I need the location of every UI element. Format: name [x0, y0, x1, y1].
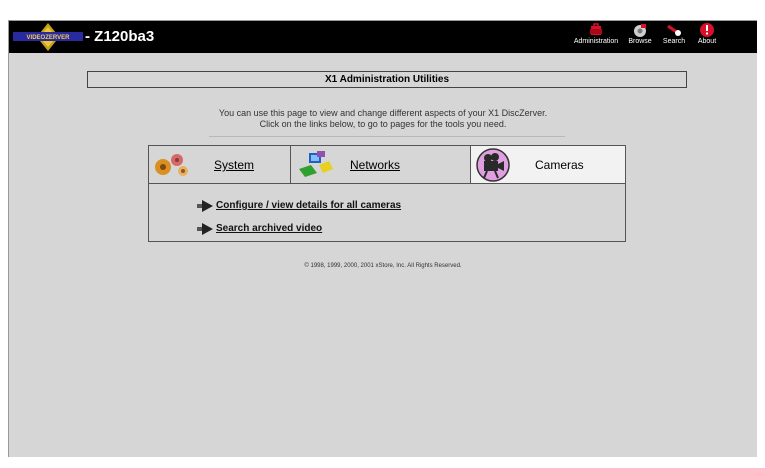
- gears-icon: [155, 154, 188, 176]
- copyright: © 1998, 1999, 2000, 2001 xStore, Inc. Al…: [304, 263, 462, 269]
- toolbox-icon: [590, 23, 602, 35]
- divider: [209, 136, 565, 137]
- nav-browse[interactable]: Browse: [623, 22, 657, 52]
- intro-text-line-1: You can use this page to view and change…: [218, 108, 548, 118]
- network-computers-icon: [299, 151, 333, 177]
- browse-icon: [634, 24, 646, 37]
- nav-search[interactable]: Search: [657, 22, 691, 52]
- intro-text-line-2: Click on the links below, to go to pages…: [259, 119, 507, 129]
- page-title: X1 Administration Utilities: [87, 71, 687, 88]
- tab-label: Cameras: [535, 158, 584, 172]
- tools-panel: System Networks Cameras Configure / view…: [148, 145, 626, 242]
- tab-networks[interactable]: Networks: [291, 146, 471, 184]
- videozerver-logo: VIDEOZERVER: [11, 22, 85, 52]
- title-bar: VIDEOZERVER - Z120ba3 Administration Bro…: [9, 21, 757, 53]
- info-icon: [700, 23, 714, 37]
- tab-label: System: [214, 158, 255, 172]
- logo-text: VIDEOZERVER: [27, 35, 71, 41]
- arrow-right-icon: [197, 200, 213, 212]
- arrow-right-icon: [197, 223, 213, 235]
- search-flashlight-icon: [667, 24, 681, 36]
- nav-administration[interactable]: Administration: [569, 22, 623, 52]
- tab-cameras[interactable]: Cameras: [471, 146, 625, 184]
- camera-icon: [476, 148, 510, 182]
- nav-label: Search: [662, 38, 686, 45]
- browser-page: VIDEOZERVER - Z120ba3 Administration Bro…: [8, 20, 757, 457]
- device-name: - Z120ba3: [85, 28, 155, 45]
- nav-about[interactable]: About: [693, 22, 721, 52]
- tab-system[interactable]: System: [149, 146, 291, 184]
- link-label: Search archived video: [216, 223, 323, 234]
- nav-label: Administration: [573, 38, 619, 45]
- nav-label: About: [697, 38, 717, 45]
- tab-label: Networks: [350, 158, 401, 172]
- nav-label: Browse: [628, 38, 652, 45]
- link-label: Configure / view details for all cameras: [216, 200, 402, 211]
